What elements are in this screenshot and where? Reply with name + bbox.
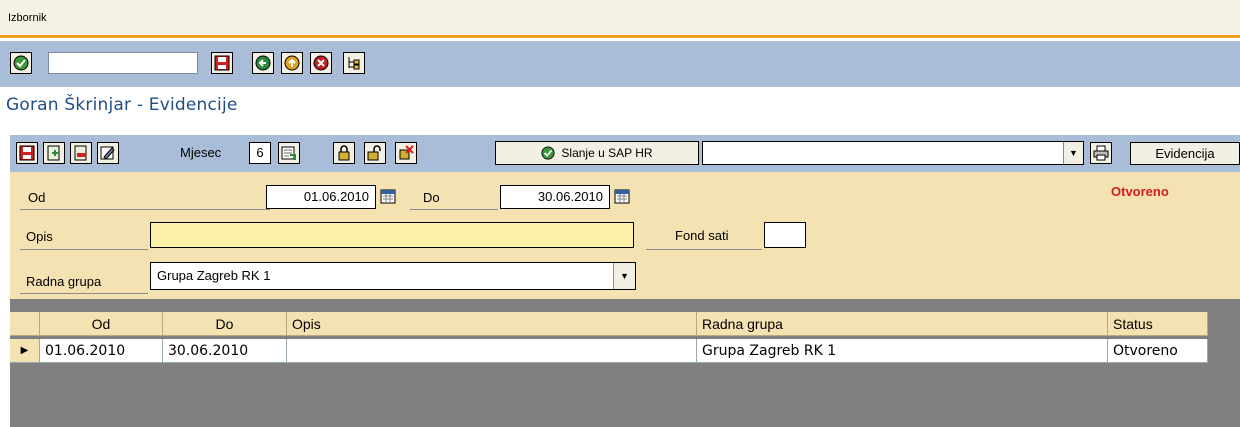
month-select-button[interactable] xyxy=(278,142,300,164)
fond-sati-input[interactable] xyxy=(764,222,806,248)
unlock-button[interactable] xyxy=(364,142,386,164)
application-toolbar: Mjesec 6 Slanje u SAP HR ▼ Evidencija xyxy=(10,135,1240,172)
column-header-status[interactable]: Status xyxy=(1108,312,1208,336)
radna-grupa-select[interactable]: Grupa Zagreb RK 1 ▼ xyxy=(150,262,636,290)
grid-header-row: Od Do Opis Radna grupa Status xyxy=(10,312,1208,336)
save-record-button[interactable] xyxy=(16,142,38,164)
delete-lock-button[interactable] xyxy=(395,142,417,164)
new-document-icon xyxy=(47,145,60,161)
cancel-icon xyxy=(313,55,329,71)
printer-icon xyxy=(1093,145,1109,161)
page-title: Goran Škrinjar - Evidencije xyxy=(6,95,238,115)
delete-document-icon xyxy=(74,145,87,161)
cell-radna-grupa[interactable]: Grupa Zagreb RK 1 xyxy=(697,339,1108,363)
header-row-selector[interactable] xyxy=(10,312,40,336)
menu-bar: Izbornik xyxy=(0,0,1240,38)
chevron-down-icon[interactable]: ▼ xyxy=(613,263,635,289)
delete-icon xyxy=(399,145,414,160)
evidencija-button[interactable]: Evidencija xyxy=(1130,142,1240,165)
cancel-button[interactable] xyxy=(310,52,332,74)
cell-od[interactable]: 01.06.2010 xyxy=(40,339,163,363)
calendar-icon[interactable] xyxy=(614,188,631,205)
chevron-down-icon[interactable]: ▼ xyxy=(1063,142,1083,164)
cell-opis[interactable] xyxy=(287,339,697,363)
cell-status[interactable]: Otvoreno xyxy=(1108,339,1208,363)
calendar-icon[interactable] xyxy=(380,188,397,205)
opis-input[interactable] xyxy=(150,222,634,248)
enter-check-button[interactable] xyxy=(10,52,32,74)
fond-sati-divider xyxy=(646,249,762,250)
lock-icon xyxy=(338,145,350,161)
evidencija-dropdown[interactable]: ▼ xyxy=(702,141,1084,165)
od-divider xyxy=(20,209,270,210)
do-divider xyxy=(410,209,498,210)
new-record-button[interactable] xyxy=(43,142,65,164)
opis-label: Opis xyxy=(26,229,53,244)
pencil-icon xyxy=(100,146,115,160)
cell-do[interactable]: 30.06.2010 xyxy=(163,339,287,363)
calendar-export-icon xyxy=(281,146,296,160)
back-arrow-icon xyxy=(255,55,271,71)
form-area: Od 01.06.2010 Do 30.06.2010 Otvoreno Opi… xyxy=(10,172,1240,299)
od-date-field[interactable]: 01.06.2010 xyxy=(266,185,376,209)
row-selector-arrow-icon[interactable]: ▶ xyxy=(10,339,40,363)
save-button[interactable] xyxy=(211,52,233,74)
fond-sati-label: Fond sati xyxy=(675,228,729,243)
column-header-od[interactable]: Od xyxy=(40,312,163,336)
send-sap-hr-label: Slanje u SAP HR xyxy=(561,146,653,160)
edit-record-button[interactable] xyxy=(97,142,119,164)
exit-button[interactable] xyxy=(281,52,303,74)
od-label: Od xyxy=(28,190,46,205)
column-header-radna-grupa[interactable]: Radna grupa xyxy=(697,312,1108,336)
records-grid: Od Do Opis Radna grupa Status ▶ 01.06.20… xyxy=(10,299,1240,427)
do-date-field[interactable]: 30.06.2010 xyxy=(500,185,610,209)
floppy-icon xyxy=(214,55,230,71)
table-row[interactable]: ▶ 01.06.2010 30.06.2010 Grupa Zagreb RK … xyxy=(10,339,1208,363)
print-button[interactable] xyxy=(1090,142,1112,164)
unlock-icon xyxy=(367,145,381,161)
radna-grupa-divider xyxy=(20,293,148,294)
up-arrow-icon xyxy=(284,55,300,71)
column-header-opis[interactable]: Opis xyxy=(287,312,697,336)
lock-button[interactable] xyxy=(333,142,355,164)
radna-grupa-value: Grupa Zagreb RK 1 xyxy=(157,268,271,283)
delete-record-button[interactable] xyxy=(70,142,92,164)
back-button[interactable] xyxy=(252,52,274,74)
tree-button[interactable] xyxy=(343,52,365,74)
floppy-icon xyxy=(19,145,35,161)
menu-izbornik[interactable]: Izbornik xyxy=(8,12,47,24)
column-header-do[interactable]: Do xyxy=(163,312,287,336)
send-sap-hr-button[interactable]: Slanje u SAP HR xyxy=(495,141,699,165)
check-icon xyxy=(541,146,555,160)
tree-icon xyxy=(348,57,360,70)
mjesec-field[interactable]: 6 xyxy=(249,142,271,164)
radna-grupa-label: Radna grupa xyxy=(26,274,102,289)
status-text: Otvoreno xyxy=(1111,184,1169,199)
opis-divider xyxy=(20,249,148,250)
do-label: Do xyxy=(423,190,440,205)
mjesec-label: Mjesec xyxy=(180,145,222,160)
command-field[interactable] xyxy=(48,52,198,74)
check-icon xyxy=(13,55,29,71)
